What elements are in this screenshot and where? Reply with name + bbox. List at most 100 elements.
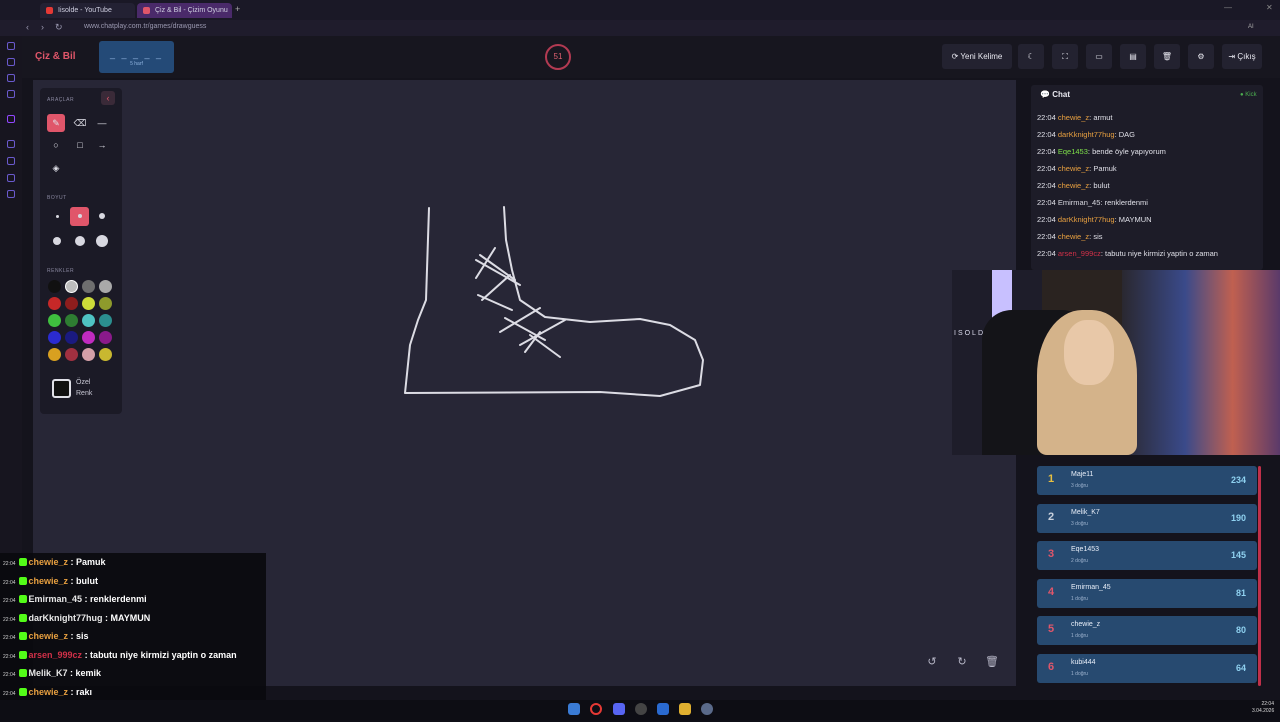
- sidebar-icon-1[interactable]: [7, 42, 15, 50]
- overlay-chat-row: 22:04 darKknight77hug : MAYMUN: [0, 608, 266, 627]
- color-swatch[interactable]: [65, 314, 78, 327]
- obs-icon[interactable]: [635, 703, 647, 715]
- sidebar-icon-7[interactable]: [7, 157, 15, 165]
- overlay-text: : tabutu niye kirmizi yaptin o zaman: [82, 649, 237, 660]
- color-swatch[interactable]: [65, 297, 78, 310]
- outlook-icon[interactable]: [657, 703, 669, 715]
- message-user: darKknight77hug: [1057, 130, 1115, 139]
- clear-canvas-icon[interactable]: 🗑: [984, 654, 1000, 670]
- size-1[interactable]: [56, 215, 59, 218]
- color-swatch[interactable]: [99, 348, 112, 361]
- custom-color-swatch[interactable]: [52, 379, 71, 398]
- ai-button[interactable]: AI: [1248, 24, 1254, 30]
- keyboard-icon[interactable]: ▭: [1086, 44, 1112, 69]
- collapse-icon[interactable]: ‹: [101, 91, 115, 105]
- message-user: chewie_z: [1057, 232, 1090, 241]
- overlay-text: : MAYMUN: [102, 612, 151, 623]
- circle-icon[interactable]: ○: [47, 136, 65, 154]
- color-swatch[interactable]: [82, 297, 95, 310]
- close-window-button[interactable]: ✕: [1266, 3, 1273, 12]
- gear-icon[interactable]: ⚙: [1188, 44, 1214, 69]
- leaderboard-row: 6 kubi444 1 doğru 64: [1037, 653, 1257, 683]
- moon-icon[interactable]: ☾: [1018, 44, 1044, 69]
- undo-icon[interactable]: ↺: [924, 654, 940, 670]
- app-icon[interactable]: [701, 703, 713, 715]
- sidebar-icon-4[interactable]: [7, 90, 15, 98]
- sidebar-icon-6[interactable]: [7, 140, 15, 148]
- size-3[interactable]: [99, 213, 105, 219]
- color-swatch[interactable]: [65, 331, 78, 344]
- color-swatch[interactable]: [99, 297, 112, 310]
- color-swatch[interactable]: [99, 331, 112, 344]
- player-correct: 1 doğru: [1071, 595, 1088, 602]
- overlay-time: 22:04: [3, 672, 16, 678]
- windows-start-icon[interactable]: [568, 703, 580, 715]
- color-swatch[interactable]: [82, 280, 95, 293]
- overlay-user: chewie_z: [28, 557, 69, 567]
- color-swatch[interactable]: [99, 314, 112, 327]
- color-swatch[interactable]: [82, 314, 95, 327]
- pencil-icon[interactable]: ✎: [47, 114, 65, 132]
- overlay-text: : renklerdenmi: [82, 594, 147, 604]
- opera-icon[interactable]: [590, 703, 602, 715]
- overlay-user: darKknight77hug: [28, 612, 103, 623]
- chat-status: ● Kick: [1240, 92, 1257, 98]
- size-5[interactable]: [75, 236, 85, 246]
- archive-icon[interactable]: ▤: [1120, 44, 1146, 69]
- color-swatch[interactable]: [48, 348, 61, 361]
- color-swatch[interactable]: [48, 314, 61, 327]
- size-2[interactable]: [78, 214, 82, 218]
- message-user: arsen_999cz: [1057, 249, 1101, 258]
- size-4[interactable]: [53, 237, 61, 245]
- back-icon[interactable]: ‹: [26, 22, 29, 32]
- leaderboard-row: 2 Melik_K7 3 doğru 190: [1037, 503, 1257, 533]
- folder-icon[interactable]: [679, 703, 691, 715]
- player-name: kubi444: [1071, 658, 1096, 666]
- message-user: Eqe1453: [1057, 147, 1088, 156]
- forward-icon[interactable]: ›: [41, 22, 44, 32]
- tab-cizbil[interactable]: Çiz & Bil - Çizim Oyunu: [137, 3, 232, 18]
- fill-bucket-icon[interactable]: ◈: [47, 159, 65, 177]
- twitch-icon[interactable]: [7, 115, 15, 123]
- overlay-user: arsen_999cz: [28, 649, 83, 660]
- eraser-icon[interactable]: ⌫: [71, 114, 89, 132]
- url-field[interactable]: www.chatplay.com.tr/games/drawguess: [84, 23, 206, 30]
- color-swatch[interactable]: [99, 280, 112, 293]
- overlay-chat-row: 22:04 chewie_z : rakı: [0, 682, 266, 701]
- trash-icon[interactable]: 🗑: [1154, 44, 1180, 69]
- color-swatch[interactable]: [65, 348, 78, 361]
- new-tab-button[interactable]: +: [235, 4, 240, 14]
- tab-youtube[interactable]: Iisolde - YouTube: [40, 3, 135, 18]
- message-text: Pamuk: [1093, 164, 1117, 173]
- color-swatch[interactable]: [82, 348, 95, 361]
- color-swatch[interactable]: [48, 297, 61, 310]
- word-box: _ _ _ _ _ 5 harf: [99, 41, 174, 73]
- size-6[interactable]: [96, 235, 108, 247]
- sidebar-icon-8[interactable]: [7, 174, 15, 182]
- arrow-icon[interactable]: →: [93, 136, 111, 154]
- discord-icon[interactable]: [613, 703, 625, 715]
- redo-icon[interactable]: ↻: [954, 654, 970, 670]
- chat-message: 22:04 chewie_z: Pamuk: [1037, 164, 1117, 173]
- chat-messages: 22:04 chewie_z: armut 22:04 darKknight77h…: [1037, 113, 1263, 270]
- exit-button[interactable]: ⇥ Çıkış: [1222, 44, 1262, 69]
- rectangle-icon[interactable]: □: [71, 136, 89, 154]
- line-icon[interactable]: —: [93, 114, 111, 132]
- sidebar-icon-3[interactable]: [7, 74, 15, 82]
- color-swatch[interactable]: [65, 280, 78, 293]
- settings-icon[interactable]: [7, 190, 15, 198]
- message-user: Emirman_45: [1057, 198, 1101, 207]
- new-word-button[interactable]: ⟳ Yeni Kelime: [942, 44, 1012, 69]
- overlay-time: 22:04: [3, 690, 16, 697]
- color-swatch[interactable]: [82, 331, 95, 344]
- color-swatch[interactable]: [48, 280, 61, 293]
- player-score: 81: [1235, 587, 1246, 598]
- color-swatch[interactable]: [48, 331, 61, 344]
- sidebar-icon-2[interactable]: [7, 58, 15, 66]
- leaderboard-scrollbar[interactable]: [1258, 466, 1261, 686]
- reload-icon[interactable]: ↻: [55, 22, 63, 33]
- fullscreen-icon[interactable]: ⛶: [1052, 44, 1078, 69]
- message-time: 22:04: [1037, 113, 1056, 122]
- minimize-button[interactable]: —: [1224, 3, 1232, 12]
- message-user: chewie_z: [1057, 113, 1090, 122]
